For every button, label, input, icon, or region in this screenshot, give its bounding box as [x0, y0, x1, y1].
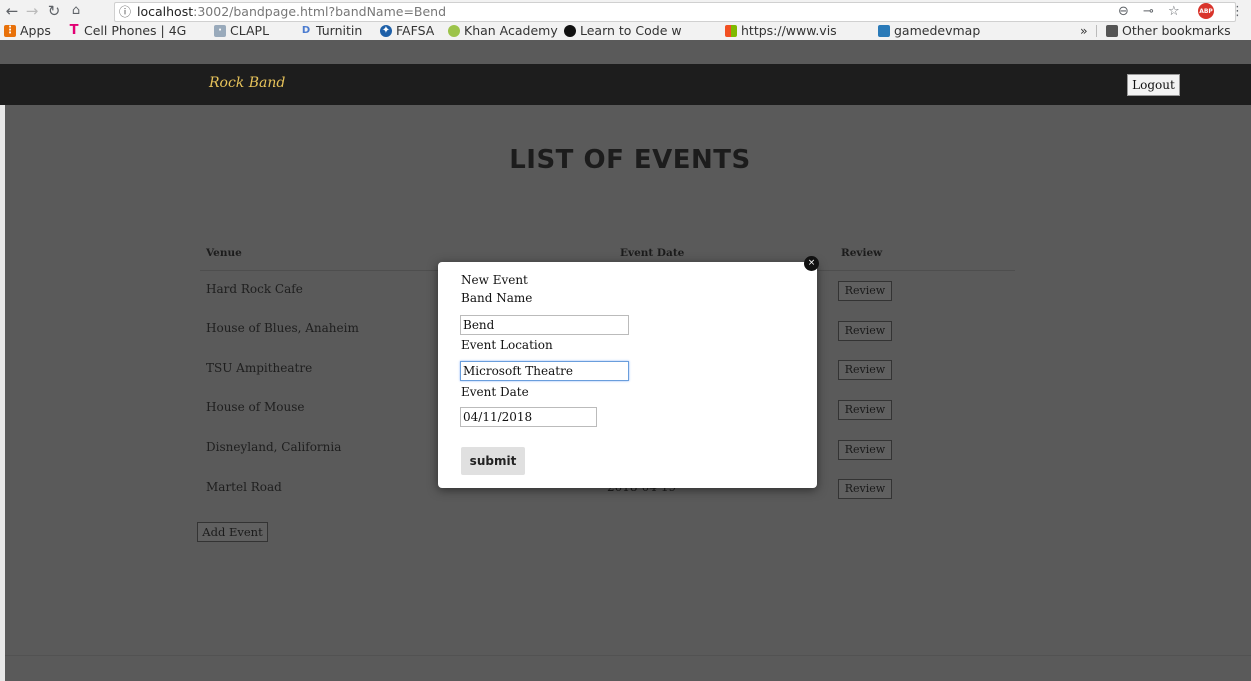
venue-cell: TSU Ampitheatre — [206, 361, 313, 375]
page-edge — [0, 105, 5, 681]
review-button[interactable]: Review — [838, 400, 892, 420]
review-button[interactable]: Review — [838, 440, 892, 460]
site-info-icon[interactable]: ⓘ — [119, 3, 131, 21]
band-name-input[interactable]: Bend — [460, 315, 629, 335]
bookmarks-overflow-chevron[interactable]: » — [1080, 22, 1088, 40]
bookmarks-divider — [1096, 25, 1097, 37]
gamedevmap-icon — [878, 25, 890, 37]
folder-icon — [1106, 25, 1118, 37]
bookmark-apps[interactable]: ⋮ Apps — [4, 22, 51, 40]
fafsa-icon: ✦ — [380, 25, 392, 37]
apps-grid-icon: ⋮ — [4, 25, 16, 37]
brand-logo[interactable]: Rock Band — [209, 75, 285, 91]
column-header-event-date: Event Date — [620, 247, 685, 259]
bookmark-turnitin[interactable]: D Turnitin — [300, 22, 362, 40]
forward-arrow-icon[interactable]: → — [22, 1, 42, 21]
zoom-icon[interactable]: ⊖ — [1118, 2, 1129, 20]
event-location-input[interactable]: Microsoft Theatre — [460, 361, 629, 381]
venue-cell: House of Blues, Anaheim — [206, 321, 359, 335]
key-icon[interactable]: ⊸ — [1143, 2, 1154, 20]
logout-button[interactable]: Logout — [1127, 74, 1180, 96]
event-location-label: Event Location — [461, 338, 553, 352]
column-header-review: Review — [841, 247, 883, 259]
bookmarks-bar: ⋮ Apps T Cell Phones | 4G · CLAPL D Turnitin… — [0, 22, 1251, 40]
venue-cell: House of Mouse — [206, 400, 305, 414]
venue-cell: Hard Rock Cafe — [206, 282, 303, 296]
bookmark-other[interactable]: Other bookmarks — [1106, 22, 1231, 40]
bookmark-cell-phones[interactable]: T Cell Phones | 4G — [68, 22, 187, 40]
review-button[interactable]: Review — [838, 360, 892, 380]
star-icon[interactable]: ☆ — [1168, 2, 1180, 20]
event-date-input[interactable]: 04/11/2018 — [460, 407, 597, 427]
bookmark-clapl[interactable]: · CLAPL — [214, 22, 269, 40]
bookmark-gamedevmap[interactable]: gamedevmap — [878, 22, 980, 40]
column-header-venue: Venue — [206, 247, 242, 259]
bookmark-learn-to-code[interactable]: Learn to Code w — [564, 22, 682, 40]
clapl-icon: · — [214, 25, 226, 37]
turnitin-icon: D — [301, 25, 311, 36]
event-date-label: Event Date — [461, 385, 529, 399]
review-button[interactable]: Review — [838, 281, 892, 301]
app-navbar: Rock Band — [0, 64, 1251, 105]
github-icon — [564, 25, 576, 37]
review-button[interactable]: Review — [838, 321, 892, 341]
khan-icon — [448, 25, 460, 37]
page-title: LIST OF EVENTS — [509, 145, 751, 175]
modal-heading: New Event — [461, 273, 528, 287]
close-icon[interactable]: × — [804, 256, 819, 271]
reload-icon[interactable]: ↻ — [44, 1, 64, 21]
microsoft-icon — [725, 25, 737, 37]
adblock-icon[interactable]: ABP — [1198, 2, 1214, 20]
address-bar[interactable]: ⓘ localhost:3002/bandpage.html?bandName=… — [114, 2, 1236, 22]
menu-dots-icon[interactable]: ⋮ — [1231, 2, 1244, 20]
add-event-button[interactable]: Add Event — [197, 522, 268, 542]
venue-cell: Disneyland, California — [206, 440, 342, 454]
home-icon[interactable]: ⌂ — [66, 1, 86, 21]
band-name-label: Band Name — [461, 291, 533, 305]
bookmark-vis[interactable]: https://www.vis — [725, 22, 837, 40]
venue-cell: Martel Road — [206, 480, 282, 494]
url-text: localhost:3002/bandpage.html?bandName=Be… — [137, 4, 447, 19]
submit-button[interactable]: submit — [461, 447, 525, 475]
bookmark-fafsa[interactable]: ✦ FAFSA — [380, 22, 434, 40]
bookmark-khan-academy[interactable]: Khan Academy — [448, 22, 558, 40]
back-arrow-icon[interactable]: ← — [2, 1, 22, 21]
tmobile-icon: T — [69, 23, 79, 38]
review-button[interactable]: Review — [838, 479, 892, 499]
footer-divider — [5, 655, 1251, 656]
